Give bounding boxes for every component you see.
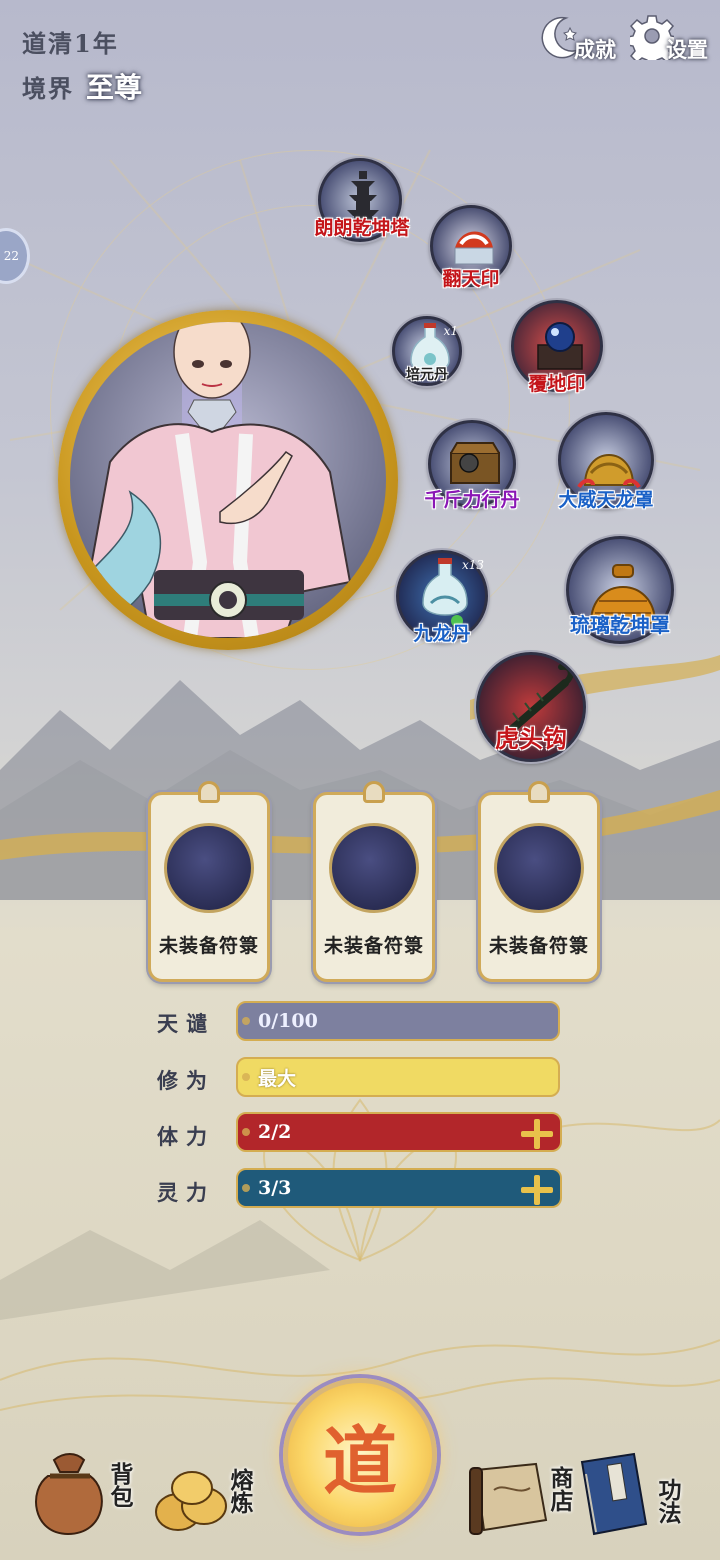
nav-forge[interactable]: 熔炼 bbox=[152, 1462, 262, 1552]
treasure-hutou-gou[interactable]: 虎头钩 bbox=[476, 652, 586, 762]
nav-forge-label: 熔炼 bbox=[226, 1468, 253, 1514]
stat-label-tili: 体力 bbox=[157, 1124, 215, 1149]
card-ornament bbox=[528, 781, 550, 803]
treasure-label: 虎头钩 bbox=[495, 724, 567, 753]
xiuwei-value: 最大 bbox=[258, 1067, 297, 1090]
treasure-label: 翻天印 bbox=[442, 268, 500, 290]
talisman-slot-label: 未装备符箓 bbox=[488, 935, 589, 957]
lingli-bar: 3/3 bbox=[236, 1168, 516, 1208]
game-time: 道清1年 bbox=[22, 29, 119, 58]
treasure-peiyuan-dan[interactable]: x1 培元丹 bbox=[392, 316, 462, 386]
lingli-add-button[interactable] bbox=[512, 1168, 562, 1208]
nav-bag[interactable]: 背包 bbox=[28, 1446, 138, 1546]
tili-add-button[interactable] bbox=[512, 1112, 562, 1152]
treasure-jiulong-dan[interactable]: x13 九龙丹 bbox=[396, 550, 488, 645]
tili-value: 2/2 bbox=[258, 1121, 292, 1143]
dao-label: 道 bbox=[323, 1418, 397, 1505]
bag-icon bbox=[35, 1453, 103, 1536]
treasure-label: 大威天龙罩 bbox=[558, 489, 654, 511]
talisman-slot[interactable]: 未装备符箓 bbox=[313, 781, 435, 982]
card-ornament bbox=[198, 781, 220, 803]
treasure-label: 覆地印 bbox=[528, 373, 586, 395]
lingli-value: 3/3 bbox=[258, 1177, 292, 1199]
ingots-icon bbox=[155, 1471, 227, 1531]
nav-skills-label: 功法 bbox=[654, 1478, 681, 1524]
nav-shop-label: 商店 bbox=[546, 1466, 573, 1512]
talisman-slot-empty-icon bbox=[164, 823, 254, 913]
treasure-liuli-qiankun-zhao[interactable]: 琉璃乾坤罩 bbox=[566, 536, 674, 644]
manual-book-icon bbox=[580, 1452, 648, 1536]
achievements-button[interactable]: 成就 bbox=[540, 10, 616, 64]
achievements-label: 成就 bbox=[574, 37, 616, 62]
treasure-fantian-yin[interactable]: 翻天印 bbox=[430, 205, 512, 290]
realm-value: 至尊 bbox=[86, 71, 143, 104]
tianqian-bar: 0/100 bbox=[236, 1001, 560, 1041]
talisman-slot[interactable]: 未装备符箓 bbox=[478, 781, 600, 982]
treasure-label: 琉璃乾坤罩 bbox=[570, 613, 670, 637]
tili-bar: 2/2 bbox=[236, 1112, 516, 1152]
treasure-label: 朗朗乾坤塔 bbox=[314, 217, 410, 239]
treasure-count: x13 bbox=[461, 558, 484, 572]
talisman-slot-empty-icon bbox=[329, 823, 419, 913]
settings-label: 设置 bbox=[666, 37, 708, 62]
realm-label: 境界 bbox=[22, 73, 74, 103]
treasure-dawei-tianlong-zhao[interactable]: 大威天龙罩 bbox=[558, 412, 654, 511]
nav-shop[interactable]: 商店 bbox=[466, 1458, 578, 1548]
settings-button[interactable]: 设置 bbox=[630, 10, 708, 64]
side-tab-text: 22 bbox=[3, 249, 19, 263]
treasure-label: 九龙丹 bbox=[413, 623, 471, 645]
treasure-count: x1 bbox=[443, 324, 458, 338]
talisman-slot[interactable]: 未装备符箓 bbox=[148, 781, 270, 982]
talisman-slot-label: 未装备符箓 bbox=[323, 935, 424, 957]
scroll-map-icon bbox=[469, 1462, 548, 1535]
nav-bag-label: 背包 bbox=[106, 1462, 133, 1508]
stat-label-lingli: 灵力 bbox=[157, 1180, 215, 1205]
stat-label-tianqian: 天谴 bbox=[157, 1011, 215, 1036]
character-portrait[interactable] bbox=[58, 310, 398, 650]
dao-cultivate-button[interactable]: 道 bbox=[283, 1378, 437, 1532]
treasure-fudi-yin[interactable]: 覆地印 bbox=[511, 300, 603, 395]
treasure-langlang-qiankun-ta[interactable]: 朗朗乾坤塔 bbox=[314, 158, 410, 242]
talisman-slot-label: 未装备符箓 bbox=[158, 935, 259, 957]
treasure-qianjin-lixing-dan[interactable]: 千斤力行丹 bbox=[424, 420, 520, 511]
realm-row: 境界 至尊 bbox=[22, 66, 142, 106]
character-figure bbox=[88, 322, 352, 638]
portrait-frame bbox=[70, 322, 386, 638]
card-ornament bbox=[363, 781, 385, 803]
talisman-slot-empty-icon bbox=[494, 823, 584, 913]
xiuwei-bar: 最大 bbox=[236, 1057, 560, 1097]
nav-skills[interactable]: 功法 bbox=[574, 1450, 694, 1550]
treasure-label: 千斤力行丹 bbox=[424, 489, 520, 511]
tianqian-value: 0/100 bbox=[258, 1010, 318, 1032]
treasure-label: 培元丹 bbox=[406, 367, 448, 383]
stat-label-xiuwei: 修为 bbox=[157, 1068, 215, 1093]
